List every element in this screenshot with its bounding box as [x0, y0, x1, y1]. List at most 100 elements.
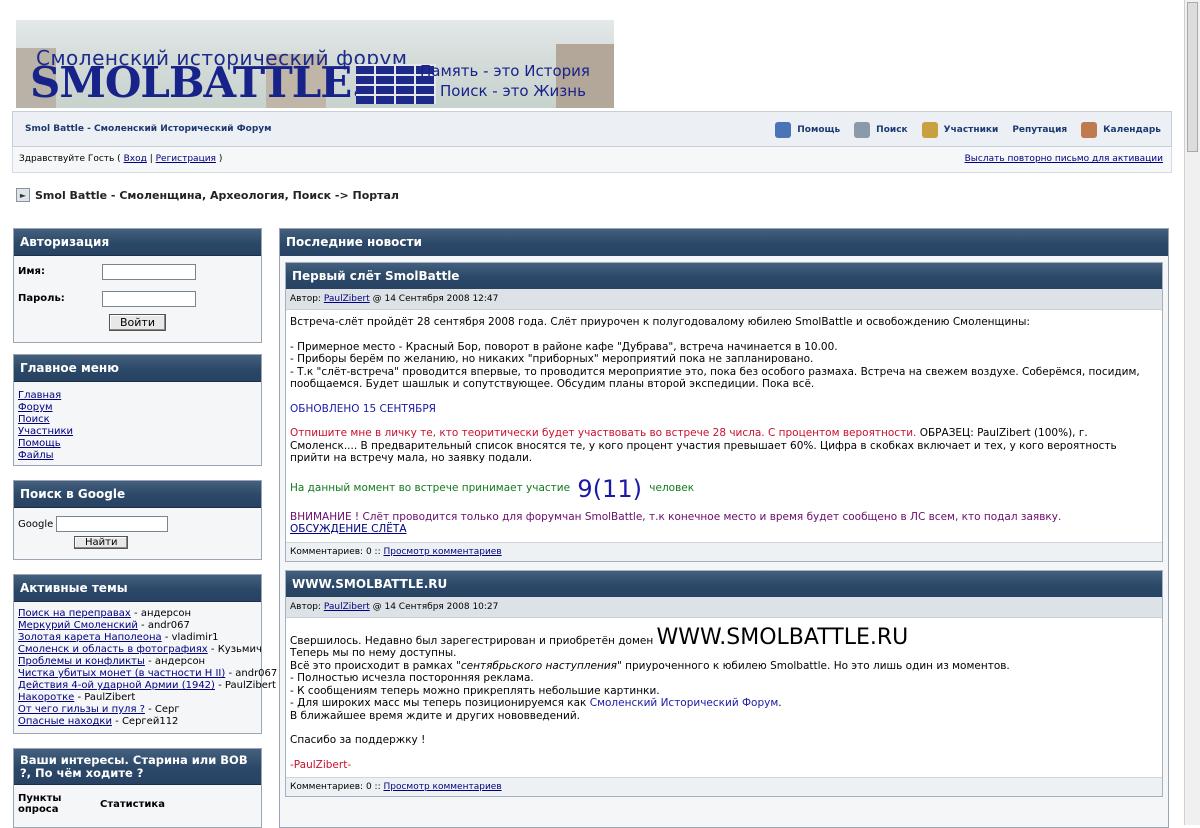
news-line: - Примерное место - Красный Бор, поворот…: [290, 340, 838, 353]
nav-search[interactable]: Поиск: [854, 122, 908, 138]
warning-note: ВНИМАНИЕ ! Слёт проводится только для фо…: [290, 510, 1062, 523]
password-label: Пароль:: [18, 293, 65, 304]
login-button[interactable]: Войти: [109, 314, 166, 331]
search-icon: [854, 122, 871, 138]
poll-stats-header: Статистика: [100, 799, 165, 810]
news-meta: Автор: PaulZibert @ 14 Сентября 2008 12:…: [286, 289, 1162, 310]
active-topics-box: Активные темы Поиск на переправах - анде…: [13, 574, 277, 734]
text-span: Всё это происходит в рамках ": [290, 659, 461, 672]
news-line: В ближайшее время ждите и других нововве…: [290, 709, 580, 722]
active-topic-author: andr067: [147, 620, 190, 631]
active-topic-item: Проблемы и конфликты - андерсон: [18, 656, 257, 668]
active-topic-link[interactable]: Поиск на переправах: [18, 608, 131, 619]
help-icon: [775, 122, 792, 138]
separator: |: [149, 154, 153, 164]
menu-item-files[interactable]: Файлы: [18, 450, 257, 462]
nav-help[interactable]: Помощь: [775, 122, 840, 138]
calendar-icon: [1081, 122, 1098, 138]
resend-activation-link[interactable]: Выслать повторно письмо для активации: [965, 154, 1163, 164]
poll-options-header: Пункты опроса: [18, 793, 62, 815]
auth-title: Авторизация: [14, 229, 261, 256]
news-date: @ 14 Сентября 2008 12:47: [372, 294, 499, 304]
scrollbar-thumb[interactable]: [1187, 2, 1198, 152]
menu-item-home[interactable]: Главная: [18, 390, 257, 402]
menu-item-forum[interactable]: Форум: [18, 402, 257, 414]
topic-separator: -: [137, 620, 148, 631]
active-topic-item: Опасные находки - Сергей112: [18, 716, 257, 728]
news-paragraph: Встреча-слёт пройдёт 28 сентября 2008 го…: [290, 316, 1030, 328]
domain-name: WWW.SMOLBATTLE.RU: [656, 624, 909, 650]
nav-members-label: Участники: [943, 125, 999, 135]
news-line: - Т.к "слёт-встреча" проводится впервые,…: [290, 365, 1140, 391]
topic-separator: -: [130, 608, 141, 619]
active-topic-link[interactable]: Золотая карета Наполеона: [18, 632, 162, 643]
forum-name-highlight: Смоленский Исторический Форум: [589, 697, 779, 709]
active-topic-item: Золотая карета Наполеона - vladimir1: [18, 632, 257, 644]
username-input[interactable]: [102, 263, 196, 280]
participants-count: 9(11): [577, 474, 642, 503]
active-topic-author: vladimir1: [171, 632, 219, 643]
text-span: .: [778, 697, 782, 709]
active-topic-author: андерсон: [154, 656, 206, 667]
participants-pre: На данный момент во встрече принимает уч…: [290, 482, 574, 495]
active-topic-author: andr067: [235, 668, 278, 679]
news-date: @ 14 Сентября 2008 10:27: [372, 601, 499, 612]
forum-home-link[interactable]: Smol Battle - Смоленский Исторический Фо…: [25, 124, 272, 134]
news-title: WWW.SMOLBATTLE.RU: [286, 570, 1162, 597]
register-link[interactable]: Регистрация: [156, 154, 216, 164]
active-topic-link[interactable]: Опасные находки: [18, 716, 112, 727]
site-logo[interactable]: Смоленский исторический форум SMOLBATTLE…: [16, 20, 614, 108]
auth-box: Авторизация Имя: Пароль: Войти: [13, 228, 262, 343]
view-comments-link[interactable]: Просмотр комментариев: [383, 782, 501, 792]
google-search-button[interactable]: Найти: [74, 536, 129, 549]
login-link[interactable]: Вход: [124, 154, 147, 164]
nav-calendar-label: Календарь: [1103, 125, 1161, 135]
active-topic-link[interactable]: Проблемы и конфликты: [18, 656, 145, 667]
active-topic-item: Меркурий Смоленский - andr067: [18, 620, 257, 632]
active-topic-link[interactable]: Чистка убитых монет (в частности Н II): [18, 668, 225, 679]
active-topic-item: Поиск на переправах - андерсон: [18, 608, 257, 620]
password-input[interactable]: [102, 290, 196, 307]
active-topic-link[interactable]: Действия 4-ой ударной Армии (1942): [18, 680, 215, 691]
news-panel: Последние новости Первый слёт SmolBattle…: [279, 228, 1169, 828]
active-topic-author: PaulZibert: [84, 692, 136, 703]
nav-calendar[interactable]: Календарь: [1081, 122, 1161, 138]
username-row: Имя:: [14, 258, 261, 285]
comments-count: Комментариев: 0 ::: [290, 782, 381, 792]
author-link[interactable]: PaulZibert: [324, 294, 370, 304]
author-link[interactable]: PaulZibert: [324, 602, 370, 612]
active-topic-link[interactable]: Смоленск и область в фотографиях: [18, 644, 208, 655]
greeting-close: ): [218, 154, 223, 164]
active-topic-item: Смоленск и область в фотографиях - Кузьм…: [18, 644, 262, 656]
logo-slogan-2: Поиск - это Жизнь: [440, 82, 586, 100]
active-topic-link[interactable]: От чего гильзы и пуля ?: [18, 704, 145, 715]
news-panel-title: Последние новости: [280, 229, 1168, 256]
nav-links: Помощь Поиск Участники Репутация Календа…: [775, 122, 1161, 138]
menu-item-help[interactable]: Помощь: [18, 438, 257, 450]
news-item: WWW.SMOLBATTLE.RU Автор: PaulZibert @ 14…: [285, 569, 1163, 797]
news-line: - Для широких масс мы теперь позициониру…: [290, 697, 1158, 710]
active-topic-link[interactable]: Накоротке: [18, 692, 74, 703]
active-topic-item: Действия 4-ой ударной Армии (1942) - Pau…: [18, 680, 276, 692]
nav-help-label: Помощь: [797, 125, 841, 135]
news-body: Свершилось. Недавно был зарегестрирован …: [286, 618, 1162, 778]
nav-reputation[interactable]: Репутация: [1012, 122, 1067, 138]
view-comments-link[interactable]: Просмотр комментариев: [383, 547, 501, 557]
news-item: Первый слёт SmolBattle Автор: PaulZibert…: [285, 262, 1163, 562]
topic-separator: -: [144, 704, 155, 715]
active-topic-item: От чего гильзы и пуля ? - Серг: [18, 704, 257, 716]
active-topic-author: андерсон: [140, 608, 192, 619]
active-topic-item: Накоротке - PaulZibert: [18, 692, 257, 704]
topic-separator: -: [111, 716, 122, 727]
google-title: Поиск в Google: [14, 481, 261, 508]
google-input[interactable]: [56, 516, 169, 532]
red-notice: Отпишите мне в личку те, кто теоритическ…: [290, 427, 917, 439]
menu-item-search[interactable]: Поиск: [18, 414, 257, 426]
active-topic-link[interactable]: Меркурий Смоленский: [18, 620, 138, 631]
vertical-scrollbar[interactable]: [1184, 0, 1200, 825]
breadcrumb-text[interactable]: Smol Battle - Смоленщина, Археология, По…: [35, 189, 399, 202]
menu-item-members[interactable]: Участники: [18, 426, 257, 438]
password-row: Пароль:: [14, 285, 261, 312]
discussion-link[interactable]: ОБСУЖДЕНИЕ СЛЁТА: [290, 523, 407, 535]
nav-members[interactable]: Участники: [921, 122, 999, 138]
